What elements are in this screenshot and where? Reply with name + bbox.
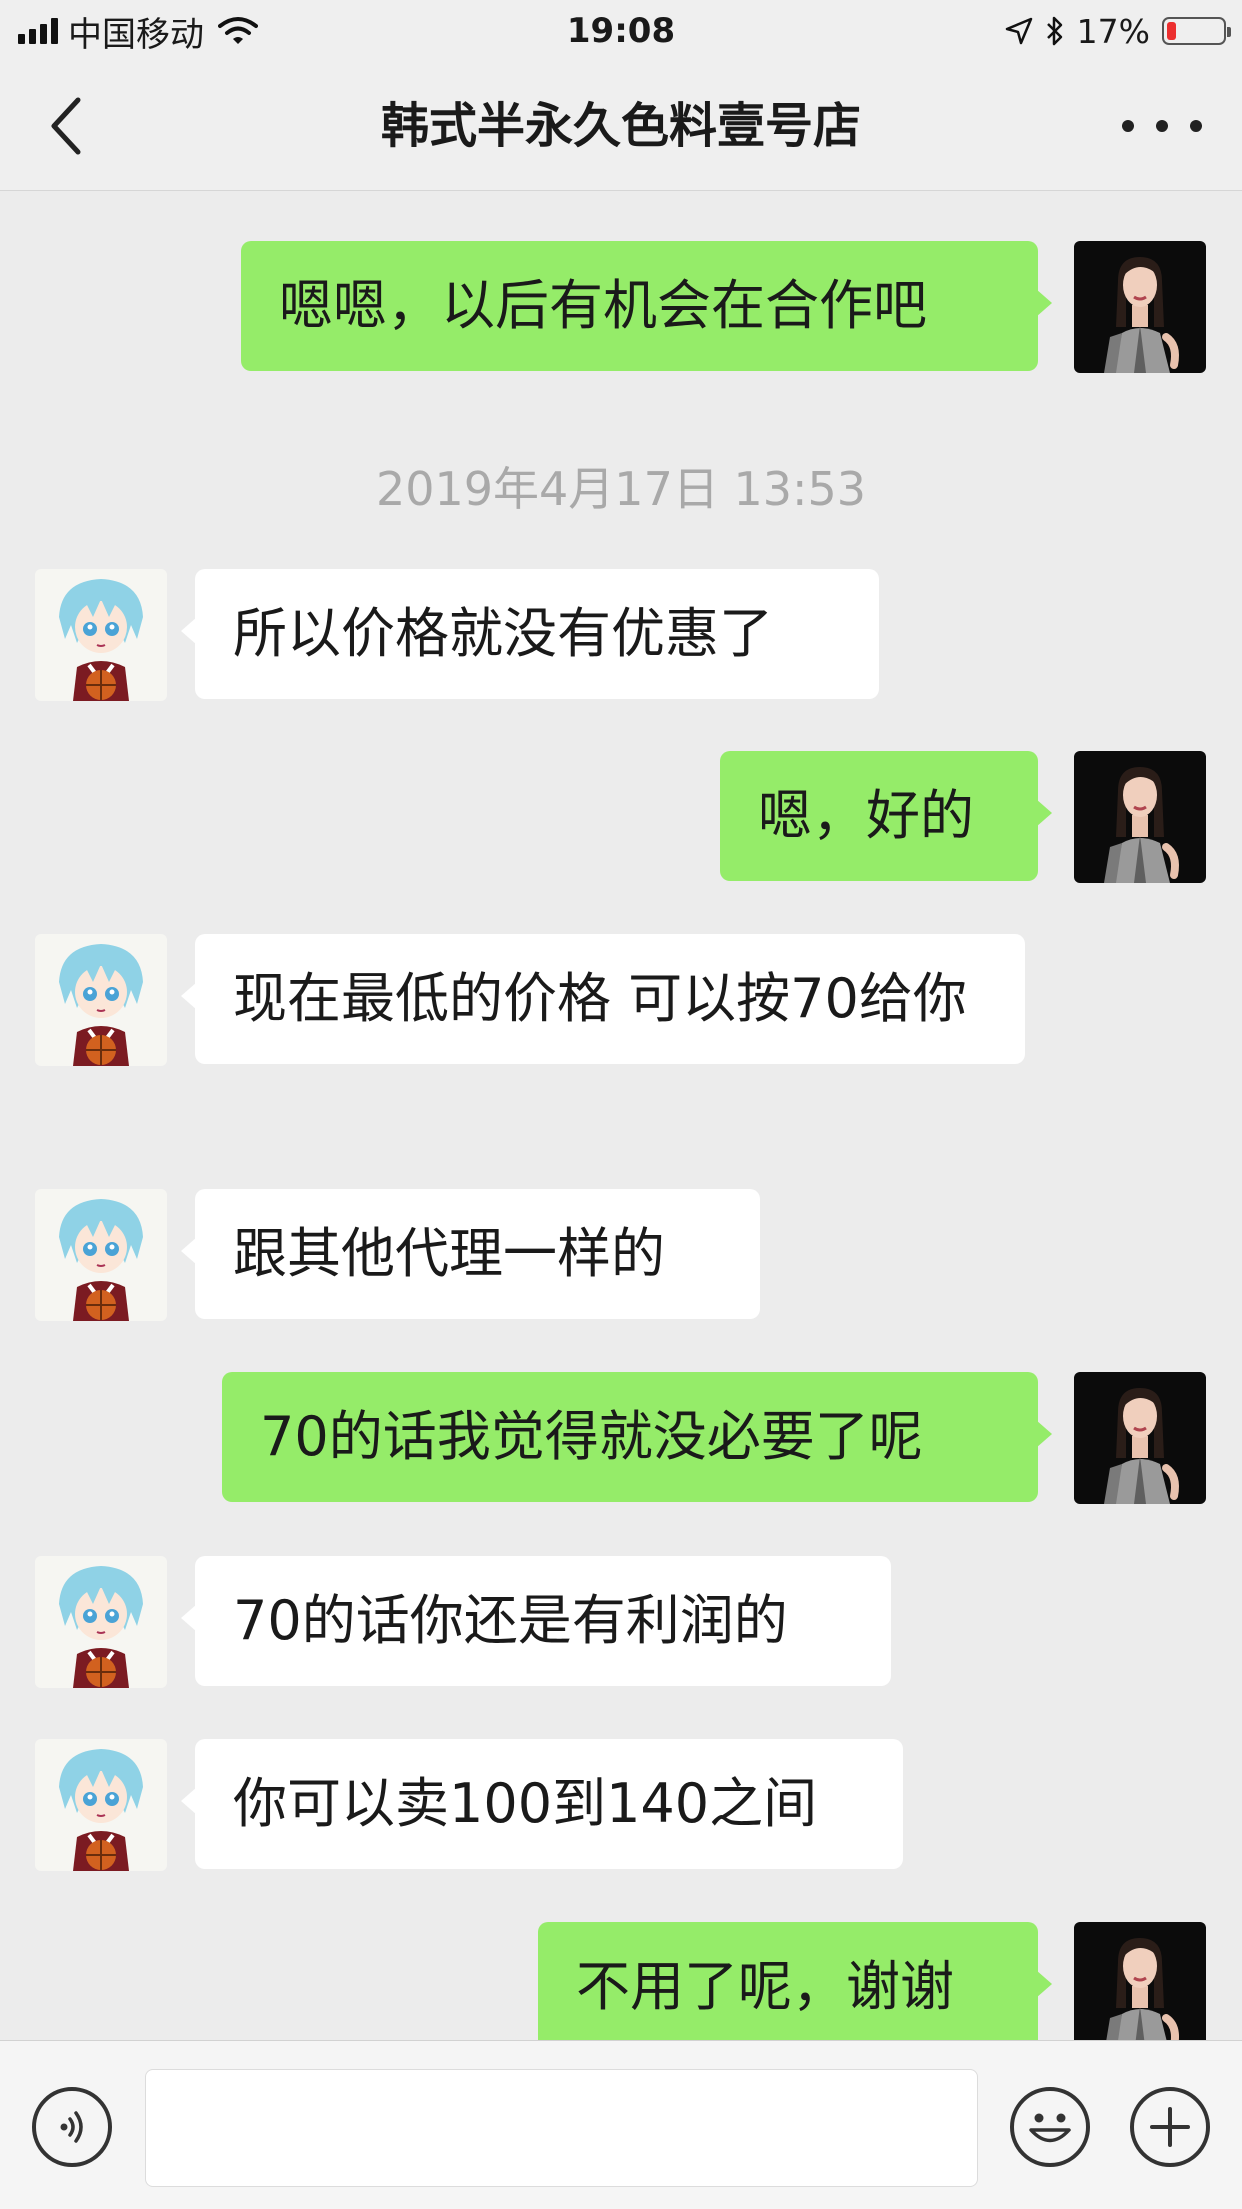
- message-bubble[interactable]: 70的话我觉得就没必要了呢: [222, 1372, 1052, 1502]
- emoji-glyph: [1029, 2113, 1071, 2143]
- status-bar: 中国移动 19:08 17%: [0, 0, 1242, 62]
- message-text: 跟其他代理一样的: [233, 1222, 665, 1285]
- contact-avatar[interactable]: [35, 569, 167, 701]
- self-avatar[interactable]: [1074, 241, 1206, 373]
- message-text: 70的话你还是有利润的: [233, 1589, 788, 1652]
- plus-icon[interactable]: [1130, 2087, 1210, 2167]
- message-bubble[interactable]: 嗯，好的: [720, 751, 1052, 881]
- input-bar: [0, 2040, 1242, 2209]
- emoji-icon[interactable]: [1010, 2087, 1090, 2167]
- message-bubble[interactable]: 嗯嗯，以后有机会在合作吧: [241, 241, 1052, 371]
- message-bubble[interactable]: 所以价格就没有优惠了: [181, 569, 879, 699]
- message-text: 不用了呢，谢谢: [576, 1955, 954, 2018]
- message-bubble[interactable]: 现在最低的价格 可以按70给你: [181, 934, 1025, 1064]
- message-bubble[interactable]: 70的话你还是有利润的: [181, 1556, 891, 1686]
- self-avatar[interactable]: [1074, 751, 1206, 883]
- self-avatar[interactable]: [1074, 1372, 1206, 1504]
- message-text: 70的话我觉得就没必要了呢: [260, 1405, 923, 1468]
- message-bubble[interactable]: 你可以卖100到140之间: [181, 1739, 903, 1869]
- message-text: 嗯，好的: [758, 784, 974, 847]
- chat-title: 韩式半永久色料壹号店: [380, 98, 861, 154]
- message-bubble[interactable]: 跟其他代理一样的: [181, 1189, 760, 1319]
- voice-icon[interactable]: [32, 2087, 112, 2167]
- contact-avatar[interactable]: [35, 1556, 167, 1688]
- nav-bar: 韩式半永久色料壹号店: [0, 62, 1242, 191]
- message-text: 现在最低的价格 可以按70给你: [233, 967, 967, 1030]
- battery-percent: 17%: [1076, 11, 1150, 51]
- contact-avatar[interactable]: [35, 1189, 167, 1321]
- chat-area[interactable]: 嗯嗯，以后有机会在合作吧 2019年4月17日 13:53 所以价格就没有优惠了…: [0, 191, 1242, 2040]
- location-arrow-icon: [1005, 17, 1032, 45]
- plus-glyph: [1150, 2107, 1190, 2147]
- contact-avatar[interactable]: [35, 1739, 167, 1871]
- voice-glyph: [60, 2111, 83, 2143]
- message-text: 你可以卖100到140之间: [233, 1772, 818, 1835]
- battery-icon: [1162, 17, 1231, 45]
- message-bubble[interactable]: 不用了呢，谢谢: [538, 1922, 1052, 2040]
- contact-avatar[interactable]: [35, 934, 167, 1066]
- status-right: 17%: [1005, 6, 1231, 56]
- message-text: 嗯嗯，以后有机会在合作吧: [279, 274, 927, 337]
- bluetooth-icon: [1046, 16, 1062, 46]
- message-input[interactable]: [145, 2069, 978, 2187]
- timestamp: 2019年4月17日 13:53: [375, 462, 867, 516]
- self-avatar[interactable]: [1074, 1922, 1206, 2040]
- battery-fill: [1167, 22, 1177, 40]
- message-text: 所以价格就没有优惠了: [233, 602, 773, 665]
- more-dots-icon[interactable]: [1122, 102, 1202, 150]
